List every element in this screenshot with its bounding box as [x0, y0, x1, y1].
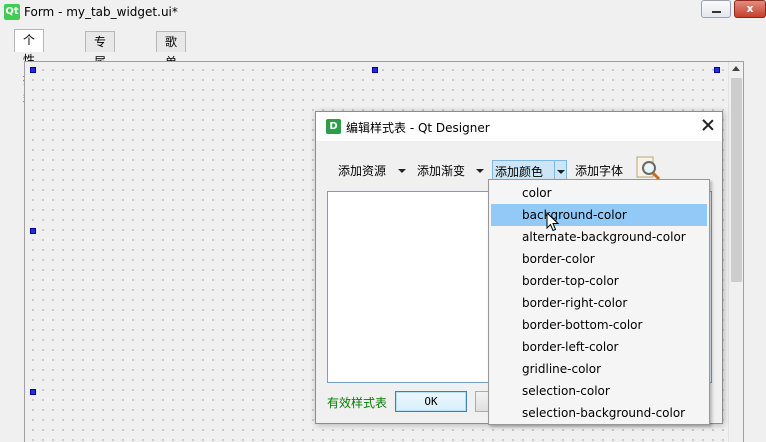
chevron-down-icon[interactable]: [398, 169, 406, 173]
selection-handle[interactable]: [714, 67, 720, 73]
tab-exclusive[interactable]: 专属定制: [85, 31, 116, 109]
canvas-vertical-scrollbar[interactable]: [728, 62, 743, 442]
mouse-pointer-icon: [546, 212, 560, 232]
font-magnifier-icon[interactable]: [635, 155, 661, 181]
tab-recommend[interactable]: 个性推荐: [14, 29, 45, 107]
add-font-label: 添加字体: [575, 164, 624, 178]
menu-item-border-color[interactable]: border-color: [491, 248, 707, 270]
menu-item-border-right-color[interactable]: border-right-color: [491, 292, 707, 314]
selection-handle[interactable]: [30, 389, 36, 395]
dialog-title: 编辑样式表 - Qt Designer: [346, 121, 490, 135]
menu-item-border-left-color[interactable]: border-left-color: [491, 336, 707, 358]
dialog-title-bar: D 编辑样式表 - Qt Designer: [316, 112, 722, 141]
dialog-close-icon[interactable]: [700, 117, 716, 133]
selection-handle[interactable]: [372, 67, 378, 73]
stylesheet-status-label: 有效样式表: [327, 396, 388, 410]
selection-handle[interactable]: [30, 67, 36, 73]
add-resource-label: 添加资源: [338, 164, 387, 178]
tab-playlist[interactable]: 歌单: [156, 31, 187, 69]
designer-app-icon: D: [326, 119, 341, 134]
add-resource-button[interactable]: 添加资源: [336, 160, 410, 182]
chevron-down-icon[interactable]: [557, 170, 565, 174]
ok-button[interactable]: OK: [395, 391, 467, 412]
menu-item-border-bottom-color[interactable]: border-bottom-color: [491, 314, 707, 336]
chevron-down-icon[interactable]: [476, 169, 484, 173]
qt-logo-icon: Qt: [4, 4, 20, 20]
add-gradient-button[interactable]: 添加渐变: [415, 160, 489, 182]
split-divider: [554, 161, 555, 181]
minimize-button[interactable]: [701, 0, 731, 18]
menu-item-color[interactable]: color: [491, 182, 707, 204]
scroll-up-arrow-icon[interactable]: [732, 66, 740, 71]
add-color-label: 添加颜色: [495, 165, 544, 179]
selection-handle[interactable]: [30, 228, 36, 234]
form-window-title: Form - my_tab_widget.ui*: [24, 5, 178, 19]
menu-item-alternate-background-color[interactable]: alternate-background-color: [491, 226, 707, 248]
menu-item-border-top-color[interactable]: border-top-color: [491, 270, 707, 292]
form-title-bar: Qt Form - my_tab_widget.ui* x: [0, 0, 766, 24]
menu-item-selection-color[interactable]: selection-color: [491, 380, 707, 402]
menu-item-gridline-color[interactable]: gridline-color: [491, 358, 707, 380]
add-color-menu: color background-color alternate-backgro…: [488, 179, 710, 425]
add-gradient-label: 添加渐变: [417, 164, 466, 178]
menu-item-background-color[interactable]: background-color: [491, 204, 707, 226]
close-window-button[interactable]: x: [734, 0, 766, 18]
scrollbar-thumb[interactable]: [731, 78, 742, 282]
menu-item-selection-background-color[interactable]: selection-background-color: [491, 402, 707, 424]
